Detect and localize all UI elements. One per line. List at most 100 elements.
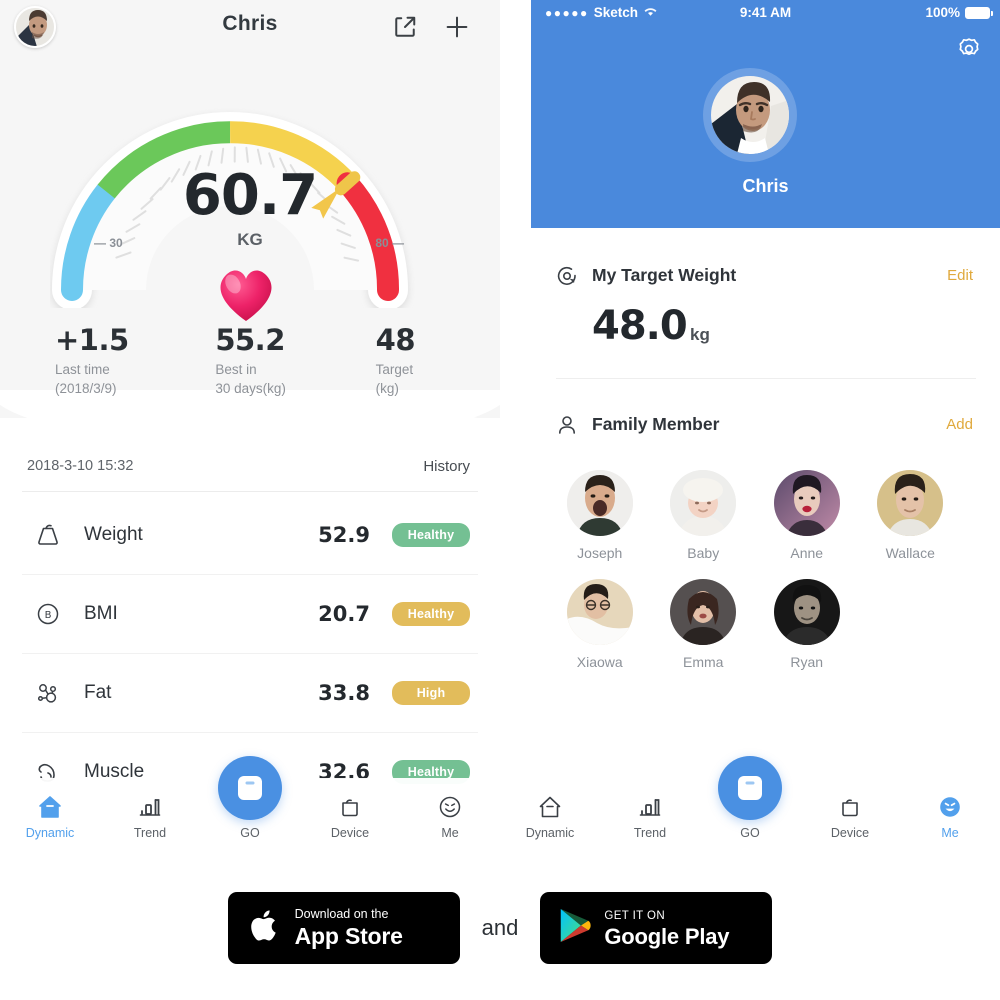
tab-label: Trend: [133, 826, 167, 840]
stat-label-line2: (kg): [375, 381, 399, 397]
tab-trend[interactable]: Trend: [100, 792, 200, 840]
family-member-grid: Joseph Baby Anne Wallace Xiaowa Emma Rya…: [500, 470, 1000, 670]
tab-go[interactable]: GO: [200, 756, 300, 840]
profile-avatar-ring: [703, 68, 797, 162]
badge-line1: GET IT ON: [604, 909, 666, 922]
tab-dynamic[interactable]: Dynamic: [0, 792, 100, 840]
tab-label: Trend: [633, 826, 667, 840]
metric-row-bmi[interactable]: B BMI 20.7 Healthy: [0, 574, 500, 653]
fat-molecule-icon: [34, 679, 72, 707]
divider: [22, 491, 478, 492]
section-title: Family Member: [592, 414, 720, 434]
family-member-ryan[interactable]: Ryan: [755, 579, 859, 670]
history-link[interactable]: History: [423, 458, 470, 475]
gear-icon[interactable]: [956, 36, 982, 62]
status-right: 100%: [925, 5, 993, 20]
google-play-icon: [558, 907, 591, 949]
right-tabbar: Dynamic Trend GO Device Me: [500, 756, 1000, 850]
badge-line1: Download on the: [294, 907, 389, 922]
stat-label: Target (kg): [376, 361, 500, 398]
page-title: Chris: [222, 12, 278, 35]
tab-label: GO: [240, 826, 260, 840]
google-play-label: GET IT ON Google Play: [604, 906, 729, 949]
gauge-min-label: — 30: [94, 236, 123, 250]
tab-label: Dynamic: [25, 826, 75, 840]
home-icon: [0, 792, 100, 822]
member-name: Wallace: [885, 545, 935, 561]
member-name: Baby: [687, 545, 720, 561]
avatar: [670, 470, 737, 536]
bar-chart-icon: [600, 792, 700, 822]
target-weight-unit: kg: [690, 325, 710, 344]
stat-label-line1: Best in: [215, 362, 257, 378]
stat-label: Best in 30 days(kg): [215, 361, 339, 398]
metric-row-fat[interactable]: Fat 33.8 High: [0, 653, 500, 732]
tab-device[interactable]: Device: [300, 792, 400, 840]
family-member-emma[interactable]: Emma: [652, 579, 756, 670]
battery-percent: 100%: [925, 5, 960, 20]
member-name: Emma: [683, 654, 724, 670]
profile-avatar[interactable]: [711, 76, 789, 154]
go-button[interactable]: [218, 756, 282, 820]
app-store-label: Download on the App Store: [295, 905, 403, 949]
tab-label: GO: [740, 826, 760, 840]
badge-line2: Google Play: [604, 923, 730, 949]
avatar: [877, 470, 944, 536]
share-icon[interactable]: [390, 12, 420, 42]
stat-label: Last time (2018/3/9): [55, 361, 179, 398]
avatar: [670, 579, 737, 645]
left-phone-screen: Chris 60.7 KG — 30 80 — +1.5 Last time (…: [0, 0, 500, 850]
plus-icon[interactable]: [442, 12, 472, 42]
member-name: Joseph: [577, 545, 623, 561]
svg-text:B: B: [45, 610, 52, 621]
left-tabbar: Dynamic Trend GO Device Me: [0, 756, 500, 850]
measurement-timestamp: 2018-3-10 15:32: [27, 458, 134, 474]
edit-link[interactable]: Edit: [947, 267, 973, 284]
tab-me[interactable]: Me: [900, 792, 1000, 840]
go-button[interactable]: [718, 756, 782, 820]
family-member-joseph[interactable]: Joseph: [548, 470, 652, 561]
section-title: My Target Weight: [592, 265, 737, 285]
metric-value: 33.8: [318, 680, 370, 705]
profile-name: Chris: [742, 176, 789, 196]
history-row: 2018-3-10 15:32 History: [0, 450, 500, 490]
battery-full-icon: [965, 6, 993, 19]
tab-dynamic[interactable]: Dynamic: [500, 792, 600, 840]
smiley-icon: [900, 792, 1000, 822]
metric-row-weight[interactable]: Weight 52.9 Healthy: [0, 495, 500, 574]
summary-stats: +1.5 Last time (2018/3/9) 55.2 Best in 3…: [0, 325, 500, 415]
avatar: [773, 470, 840, 536]
tab-device[interactable]: Device: [800, 792, 900, 840]
device-icon: [800, 792, 900, 822]
status-bar: ●●●●● Sketch 9:41 AM 100%: [531, 0, 1000, 28]
person-icon: [555, 413, 579, 437]
app-store-button[interactable]: Download on the App Store: [227, 891, 460, 964]
metric-name: Fat: [84, 681, 112, 703]
family-member-xiaowa[interactable]: Xiaowa: [548, 579, 652, 670]
family-member-anne[interactable]: Anne: [755, 470, 859, 561]
tab-label: Me: [941, 826, 959, 840]
family-member-wallace[interactable]: Wallace: [859, 470, 963, 561]
stat-label-line1: Last time: [55, 362, 110, 378]
gauge-max-label: 80 —: [375, 236, 404, 250]
add-link[interactable]: Add: [946, 416, 973, 433]
tab-trend[interactable]: Trend: [600, 792, 700, 840]
avatar: [566, 579, 633, 645]
stat-label-line1: Target: [375, 362, 414, 378]
target-weight-value: 48.0: [592, 303, 688, 349]
metric-name: BMI: [84, 602, 118, 624]
google-play-button[interactable]: GET IT ON Google Play: [540, 891, 773, 964]
metric-value: 52.9: [318, 522, 370, 547]
bmi-circle-icon: B: [34, 600, 72, 628]
tab-label: Dynamic: [525, 826, 575, 840]
heart-icon: [214, 265, 278, 323]
smiley-icon: [400, 792, 500, 822]
screenshot-stage: Chris 60.7 KG — 30 80 — +1.5 Last time (…: [0, 0, 1000, 1000]
stat-value: 55.2: [215, 323, 285, 357]
avatar: [773, 579, 840, 645]
tab-me[interactable]: Me: [400, 792, 500, 840]
family-member-baby[interactable]: Baby: [652, 470, 756, 561]
status-badge: Healthy: [392, 522, 470, 547]
tab-go[interactable]: GO: [700, 756, 800, 840]
gauge-value: 60.7: [182, 163, 318, 228]
